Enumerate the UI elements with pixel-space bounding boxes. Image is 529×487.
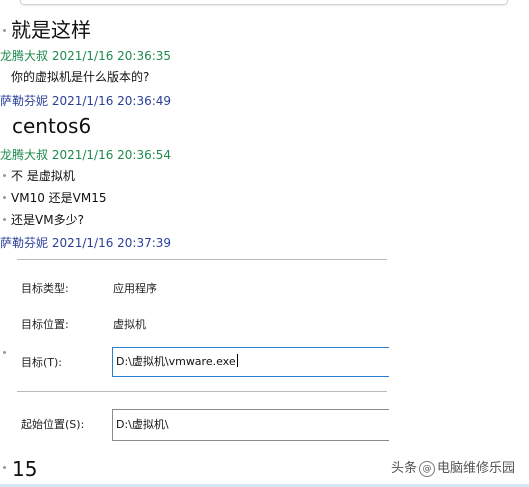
sender-header: 龙腾大叔 2021/1/16 20:36:35 <box>0 49 172 63</box>
target-location-label: 目标位置: <box>21 318 69 331</box>
bullet <box>3 196 6 199</box>
bullet <box>3 29 6 32</box>
sender-header: 萨勒芬妮 2021/1/16 20:37:39 <box>0 236 172 250</box>
watermark-prefix: 头条 <box>390 461 417 476</box>
chat-message: 还是VM多少? <box>11 213 84 227</box>
dialog-divider <box>17 391 387 392</box>
target-type-value: 应用程序 <box>113 282 157 295</box>
watermark: 头条 @ 电脑维修乐园 <box>391 457 515 477</box>
chat-message: VM10 还是VM15 <box>11 191 107 205</box>
start-in-input-value: D:\虚拟机\ <box>116 418 169 431</box>
watermark-name: 电脑维修乐园 <box>436 461 515 476</box>
start-in-label: 起始位置(S): <box>21 418 85 431</box>
bullet <box>3 466 6 469</box>
chat-message: 你的虚拟机是什么版本的? <box>11 70 150 84</box>
chat-message: 15 <box>12 457 38 481</box>
chat-message: centos6 <box>12 114 92 138</box>
target-type-label: 目标类型: <box>21 282 69 295</box>
bullet <box>3 174 6 177</box>
start-in-input[interactable]: D:\虚拟机\ <box>112 409 389 441</box>
target-location-value: 虚拟机 <box>113 318 146 331</box>
top-window-edge <box>20 0 508 5</box>
target-label: 目标(T): <box>21 356 63 369</box>
at-icon: @ <box>418 461 435 477</box>
dialog-divider <box>17 259 387 260</box>
target-input[interactable]: D:\虚拟机\vmware.exe <box>112 347 389 377</box>
text-caret <box>236 354 238 367</box>
chat-message: 就是这样 <box>11 18 91 42</box>
sender-header: 萨勒芬妮 2021/1/16 20:36:49 <box>0 94 172 108</box>
bullet <box>3 351 6 354</box>
chat-message: 不 是虚拟机 <box>11 169 75 183</box>
target-input-value: D:\虚拟机\vmware.exe <box>116 355 236 368</box>
bullet <box>3 218 6 221</box>
sender-header: 龙腾大叔 2021/1/16 20:36:54 <box>0 148 172 162</box>
